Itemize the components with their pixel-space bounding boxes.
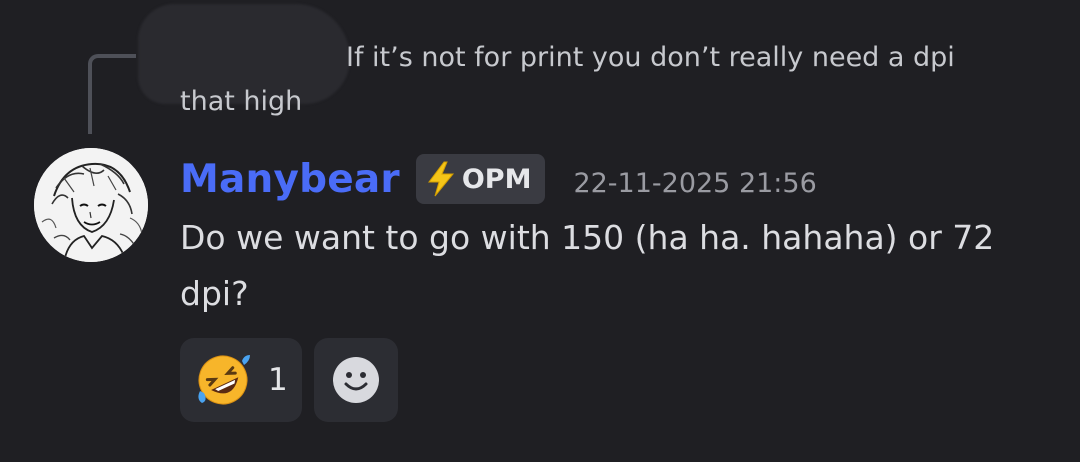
role-tag-label: OPM [461,163,532,195]
smiley-face-icon [333,357,379,403]
message-timestamp: 22-11-2025 21:56 [573,167,817,199]
message-text: Do we want to go with 150 (ha ha. hahaha… [180,218,995,313]
reply-preview-text[interactable]: If it’s not for print you don’t really n… [180,36,1000,124]
add-reaction-button[interactable] [314,338,398,422]
rolling-on-floor-laughing-emoji-icon [198,355,250,405]
avatar[interactable] [34,148,148,262]
reply-connector-line [88,54,136,134]
lightning-bolt-icon [427,161,454,197]
chat-canvas: If it’s not for print you don’t really n… [0,0,1080,462]
role-tag[interactable]: OPM [415,154,546,204]
reaction-laughing[interactable]: 1 [180,338,302,422]
author-username[interactable]: Manybear [180,157,400,202]
reaction-bar: 1 [180,338,398,422]
avatar-sketch-image [34,148,148,262]
reaction-count: 1 [268,362,288,398]
message-header: Manybear OPM 22-11-2025 21:56 [180,150,817,208]
